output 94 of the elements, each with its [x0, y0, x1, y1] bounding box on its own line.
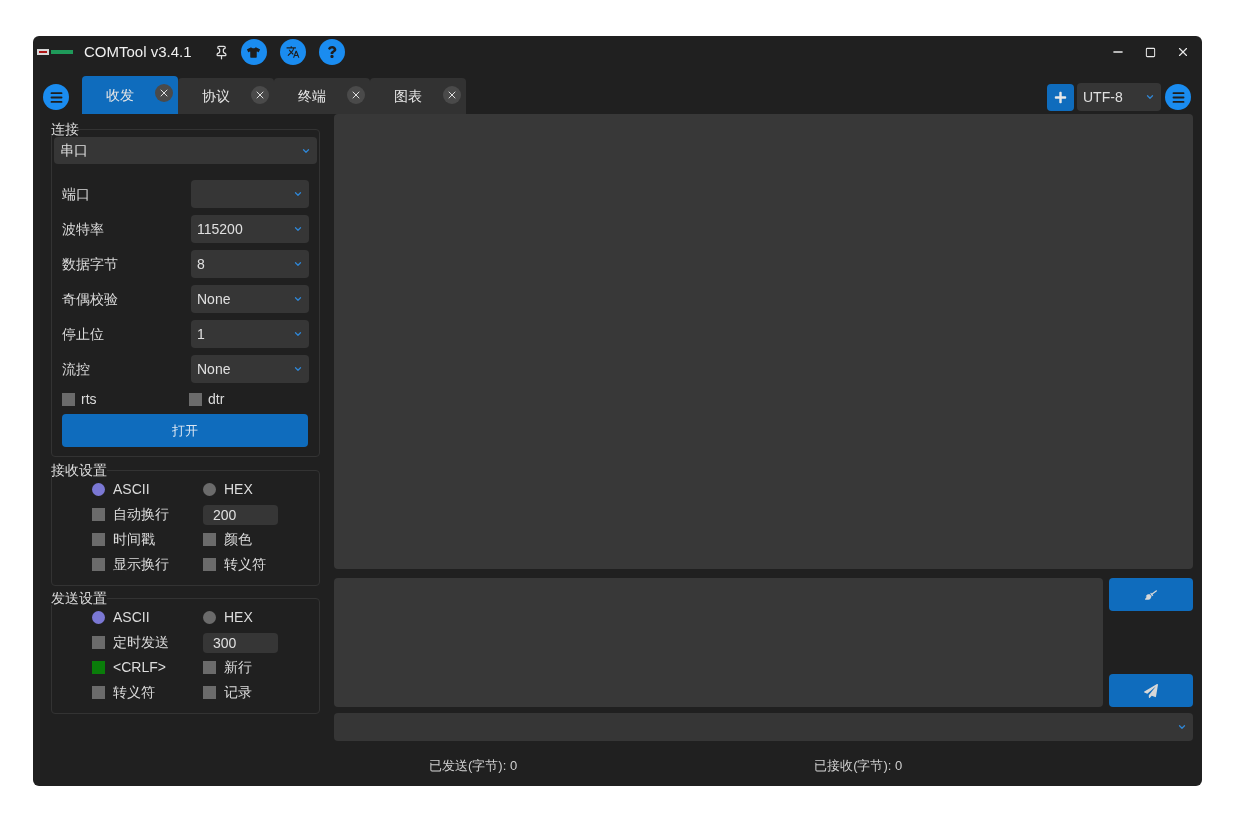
- tab[interactable]: 终端: [274, 78, 370, 114]
- pin-icon[interactable]: [213, 44, 229, 60]
- checkbox[interactable]: [92, 686, 105, 699]
- chevron-icon: [293, 224, 303, 234]
- setting-label: 端口: [62, 184, 90, 204]
- open-button[interactable]: 打开: [62, 414, 308, 447]
- received-count: 已接收(字节): 0: [814, 757, 903, 775]
- shirt-button[interactable]: [240, 39, 267, 65]
- checkbox-label: 新行: [224, 658, 252, 677]
- checkbox[interactable]: [92, 558, 105, 571]
- chevron-icon: [1177, 722, 1187, 732]
- shirt-icon: [247, 45, 261, 59]
- chevron-icon: [293, 329, 303, 339]
- checkbox-label: 颜色: [224, 530, 252, 549]
- radio-label: HEX: [224, 608, 253, 627]
- send-button[interactable]: [1109, 674, 1193, 707]
- close-icon: [158, 87, 170, 99]
- group-title: 发送设置: [51, 591, 107, 605]
- checkbox[interactable]: [203, 558, 216, 571]
- maximize-icon[interactable]: [1145, 46, 1156, 58]
- radio-button[interactable]: [203, 483, 216, 496]
- close-icon: [254, 89, 266, 101]
- radio-button[interactable]: [92, 483, 105, 496]
- radio-label: ASCII: [113, 608, 150, 627]
- help-icon: [325, 46, 338, 58]
- checkbox[interactable]: [189, 392, 202, 406]
- add-button[interactable]: [1047, 83, 1074, 111]
- checkbox-label: 自动换行: [113, 505, 169, 524]
- dropdown[interactable]: None: [191, 285, 309, 313]
- checkbox-label: 转义符: [113, 683, 155, 702]
- input-area[interactable]: [334, 578, 1103, 707]
- group-title: 接收设置: [51, 463, 107, 477]
- broom-icon: [1145, 588, 1157, 601]
- radio-label: ASCII: [113, 480, 150, 499]
- tab[interactable]: 协议: [178, 78, 274, 114]
- chevron-icon: [293, 189, 303, 199]
- setting-label: 流控: [62, 359, 90, 379]
- translate-icon: [285, 45, 300, 59]
- checkbox-label: 时间戳: [113, 530, 155, 549]
- radio-button[interactable]: [92, 611, 105, 624]
- translate-button[interactable]: [279, 39, 306, 65]
- tab-close-button[interactable]: [155, 84, 173, 102]
- setting-label: 停止位: [62, 324, 104, 344]
- checkbox-label: 定时发送: [113, 633, 169, 652]
- checkbox[interactable]: [203, 661, 216, 674]
- menu-button[interactable]: [43, 84, 69, 110]
- dropdown[interactable]: 115200: [191, 215, 309, 243]
- dropdown[interactable]: 1: [191, 320, 309, 348]
- checkbox[interactable]: [92, 636, 105, 649]
- menu-icon: [1170, 89, 1186, 105]
- checkbox-label: <CRLF>: [113, 658, 166, 677]
- help-button[interactable]: [318, 39, 345, 65]
- sent-count: 已发送(字节): 0: [429, 757, 518, 775]
- chevron-icon: [293, 294, 303, 304]
- checkbox-label: 显示换行: [113, 555, 169, 574]
- setting-label: 数据字节: [62, 254, 118, 274]
- input-field[interactable]: 300: [203, 632, 278, 653]
- checkbox-label: dtr: [208, 389, 225, 409]
- close-icon[interactable]: [1176, 45, 1190, 59]
- tab-close-button[interactable]: [347, 86, 365, 104]
- checkbox[interactable]: [203, 533, 216, 546]
- close-icon: [350, 89, 362, 101]
- checkbox-label: rts: [81, 389, 97, 409]
- tab[interactable]: 收发: [82, 76, 178, 114]
- menu-icon: [48, 89, 64, 105]
- setting-label: 波特率: [62, 219, 104, 239]
- checkbox[interactable]: [203, 686, 216, 699]
- close-icon: [446, 89, 458, 101]
- radio-label: HEX: [224, 480, 253, 499]
- plus-icon: [1054, 90, 1067, 104]
- logo-icon: [37, 48, 75, 56]
- tab-close-button[interactable]: [443, 86, 461, 104]
- dropdown[interactable]: 8: [191, 250, 309, 278]
- send-icon: [1144, 683, 1158, 698]
- dropdown[interactable]: None: [191, 355, 309, 383]
- chevron-icon: [293, 259, 303, 269]
- checkbox-label: 转义符: [224, 555, 266, 574]
- checkbox[interactable]: [92, 508, 105, 521]
- checkbox-label: 记录: [224, 683, 252, 702]
- tab[interactable]: 图表: [370, 78, 466, 114]
- group-title: 连接: [51, 122, 79, 136]
- input-field[interactable]: 200: [203, 504, 278, 525]
- menu-button[interactable]: [1165, 84, 1191, 110]
- checkbox[interactable]: [62, 392, 75, 406]
- chevron-icon: [293, 364, 303, 374]
- checkbox[interactable]: [92, 533, 105, 546]
- tab-close-button[interactable]: [251, 86, 269, 104]
- checkbox[interactable]: [92, 661, 105, 674]
- dropdown[interactable]: UTF-8: [1077, 83, 1161, 111]
- radio-button[interactable]: [203, 611, 216, 624]
- chevron-icon: [1145, 92, 1155, 102]
- window-title: COMTool v3.4.1: [84, 41, 192, 62]
- setting-label: 奇偶校验: [62, 289, 118, 309]
- dropdown[interactable]: 串口: [54, 137, 317, 164]
